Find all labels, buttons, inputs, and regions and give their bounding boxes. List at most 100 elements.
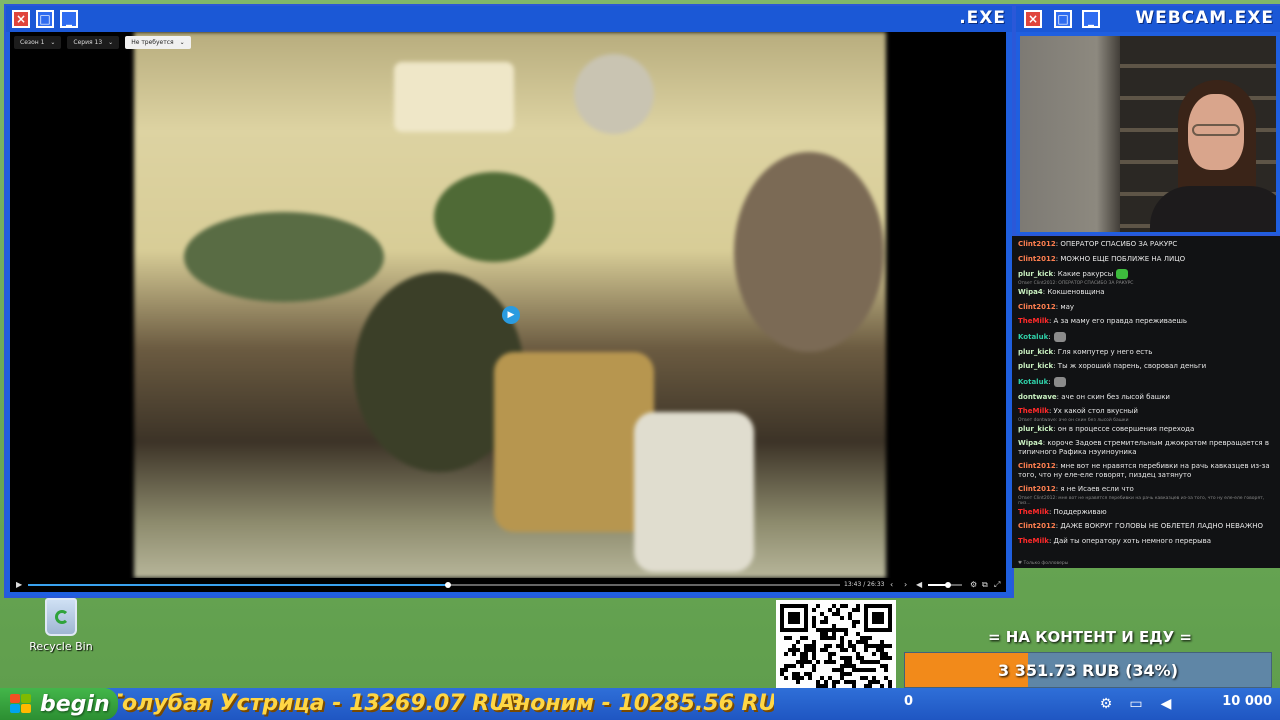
webcam-window-title: WEBCAM.EXE [1135, 8, 1274, 28]
webcam-maximize-button[interactable]: □ [1054, 10, 1072, 28]
steam-icon[interactable]: ⚙ [1096, 694, 1116, 714]
chat-username[interactable]: Clint2012 [1018, 485, 1056, 493]
episode-select[interactable]: Серия 13 ⌄ [67, 36, 120, 49]
chat-username[interactable]: TheMilk [1018, 317, 1049, 325]
chat-text: : Кокшеновщина [1042, 288, 1105, 296]
streamer-body [1150, 186, 1276, 232]
chat-text: : я не Исаев если что [1055, 485, 1134, 493]
chat-username[interactable]: Clint2012 [1018, 240, 1056, 248]
chat-text: : мне вот не нравятся перебивки на рачь … [1018, 462, 1270, 479]
play-icon[interactable]: ▶ [16, 580, 22, 589]
chat-message: Clint2012: я не Исаев если что [1018, 485, 1274, 494]
monitor-icon[interactable]: ▭ [1126, 694, 1146, 714]
chat-username[interactable]: plur_kick [1018, 348, 1053, 356]
time-separator: / [863, 581, 866, 588]
chat-username[interactable]: Clint2012 [1018, 255, 1056, 263]
chat-username[interactable]: plur_kick [1018, 425, 1053, 433]
goal-title: = НА КОНТЕНТ И ЕДУ = [988, 628, 1192, 646]
player-titlebar[interactable]: × □ _ .EXE [6, 6, 1012, 32]
chat-username[interactable]: TheMilk [1018, 407, 1049, 415]
windows-logo-icon [10, 694, 32, 714]
season-select[interactable]: Сезон 1 ⌄ [14, 36, 62, 49]
progress-fill [28, 584, 448, 586]
chat-text: : МОЖНО ЕЩЕ ПОБЛИЖЕ НА ЛИЦО [1055, 254, 1186, 263]
next-icon[interactable]: › [904, 580, 907, 589]
chat-username[interactable]: TheMilk [1018, 537, 1049, 545]
start-label: begin [40, 691, 110, 717]
minimize-button[interactable]: _ [60, 10, 78, 28]
chat-text: : мау [1055, 302, 1075, 311]
episode-selectors: Сезон 1 ⌄ Серия 13 ⌄ Не требуется ⌄ [14, 36, 191, 49]
chat-message: plur_kick: Гля компутер у него есть [1018, 348, 1274, 357]
volume-icon[interactable]: ◀ [916, 580, 922, 589]
goal-max-value: 10 000 [1222, 694, 1272, 709]
webcam-window: × □ _ WEBCAM.EXE [1014, 4, 1280, 236]
volume-icon[interactable]: ◀ [1156, 694, 1176, 714]
chat-username[interactable]: Wipa4 [1018, 439, 1043, 447]
chat-message: Kotaluk: [1018, 331, 1274, 342]
chevron-down-icon: ⌄ [50, 39, 56, 46]
chat-message: TheMilk: А за маму его правда переживаеш… [1018, 317, 1274, 326]
chat-reply-context: Ответ Clint2012: ОПЕРАТОР СПАСИБО ЗА РАК… [1018, 281, 1134, 286]
chat-username[interactable]: Wipa4 [1018, 288, 1043, 296]
chat-reply-context: Ответ dontwave: аче он скин без лысой ба… [1018, 417, 1129, 423]
chat-username[interactable]: dontwave [1018, 393, 1057, 401]
chat-text: : Какие ракурсы [1053, 270, 1114, 278]
fullscreen-icon[interactable]: ⤢ [994, 580, 1000, 590]
webcam-titlebar[interactable]: × □ _ WEBCAM.EXE [1016, 6, 1280, 32]
chat-username[interactable]: Clint2012 [1018, 522, 1056, 530]
settings-icon[interactable]: ⚙ [970, 580, 977, 589]
dubbing-select[interactable]: Не требуется ⌄ [125, 36, 191, 49]
chat-text: : Гля компутер у него есть [1053, 347, 1153, 356]
volume-handle[interactable] [945, 582, 952, 588]
chat-message: Clint2012: мау [1018, 303, 1274, 312]
ticker-item: Голубая Устрица - 13269.07 RUB [118, 691, 524, 716]
chat-text: : А за маму его правда переживаешь [1048, 317, 1188, 325]
progress-bar[interactable] [28, 582, 840, 588]
chat-message: Clint2012: МОЖНО ЕЩЕ ПОБЛИЖЕ НА ЛИЦО [1018, 255, 1274, 264]
maximize-button[interactable]: □ [36, 10, 54, 28]
chat-username[interactable]: Clint2012 [1018, 462, 1056, 470]
taskbar: begin Голубая Устрица - 13269.07 RUB Ано… [0, 688, 1280, 720]
season-select-label: Сезон 1 [20, 39, 45, 46]
chat-text: : Ты ж хороший парень, своровал деньги [1053, 362, 1207, 370]
chat-message: Kotaluk: [1018, 376, 1274, 387]
emote-icon [1053, 331, 1066, 342]
chat-username[interactable]: plur_kick [1018, 270, 1053, 278]
play-overlay-icon[interactable]: ▶ [502, 306, 520, 324]
chat-message: TheMilk: Дай ты оператору хоть немного п… [1018, 537, 1274, 546]
chat-message: dontwave: аче он скин без лысой башки [1018, 393, 1274, 402]
glasses [1192, 124, 1240, 136]
chevron-down-icon: ⌄ [179, 39, 185, 46]
chat-username[interactable]: Kotaluk [1018, 333, 1048, 341]
close-button[interactable]: × [12, 10, 30, 28]
webcam-close-button[interactable]: × [1024, 10, 1042, 28]
emote-icon [1116, 269, 1129, 279]
chat-message: Wipa4: Кокшеновщина [1018, 288, 1274, 297]
chat-username[interactable]: Kotaluk [1018, 378, 1048, 386]
chat-text: : ОПЕРАТОР СПАСИБО ЗА РАКУРС [1055, 240, 1178, 248]
chat-username[interactable]: TheMilk [1018, 508, 1049, 516]
chat-text: : [1048, 377, 1051, 386]
duration: 26:33 [867, 581, 885, 588]
webcam-minimize-button[interactable]: _ [1082, 10, 1100, 28]
episode-select-label: Серия 13 [73, 39, 103, 46]
video-frame [134, 32, 886, 578]
chat-message: Clint2012: ДАЖЕ ВОКРУГ ГОЛОВЫ НЕ ОБЛЕТЕЛ… [1018, 522, 1274, 531]
chat-text: : Ух какой стол вкусный [1048, 407, 1138, 415]
chat-username[interactable]: plur_kick [1018, 362, 1053, 370]
recycle-bin[interactable]: Recycle Bin [26, 598, 96, 653]
popout-icon[interactable]: ⧉ [982, 580, 988, 590]
player-window-title: .EXE [959, 8, 1006, 28]
chat-username[interactable]: Clint2012 [1018, 303, 1056, 311]
current-time: 13:43 [844, 581, 862, 588]
start-button[interactable]: begin [0, 688, 118, 720]
chat-message: Clint2012: мне вот не нравятся перебивки… [1018, 462, 1274, 479]
chat-text: : короче Задоев стремительным джократом … [1018, 439, 1269, 456]
progress-handle[interactable] [444, 582, 451, 588]
goal-min-value: 0 [904, 694, 914, 709]
volume-slider[interactable] [928, 582, 962, 588]
chat-reply-context: Ответ Clint2012: мне вот не нравятся пер… [1018, 495, 1265, 506]
prev-icon[interactable]: ‹ [890, 580, 893, 589]
video-player[interactable]: Сезон 1 ⌄ Серия 13 ⌄ Не требуется ⌄ ▶ ▶ 13:… [10, 32, 1006, 592]
